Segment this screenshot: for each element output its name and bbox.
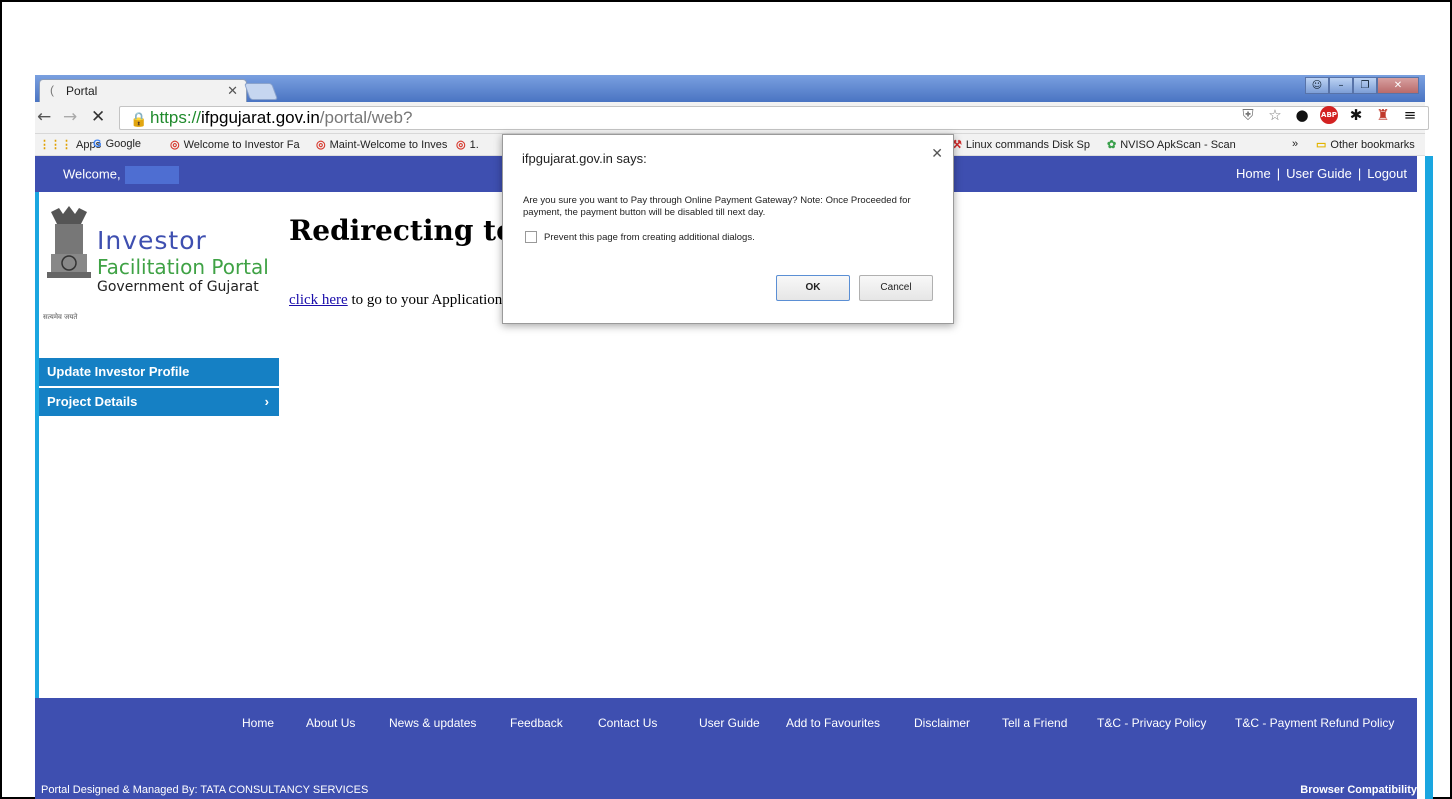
chevron-right-icon: ›	[264, 394, 269, 409]
page-title: Redirecting to P	[289, 214, 504, 247]
bookmark-google[interactable]: G Google	[93, 138, 141, 150]
dialog-title: ifpgujarat.gov.in says:	[522, 151, 647, 166]
top-link-home[interactable]: Home	[1236, 166, 1271, 181]
android-icon: ✿	[1107, 139, 1117, 151]
ghostery-icon[interactable]: ♜	[1374, 106, 1392, 124]
more-bookmarks-chevron-icon[interactable]: »	[1292, 138, 1298, 150]
prevent-dialogs-label[interactable]: Prevent this page from creating addition…	[544, 232, 755, 243]
footer-link-news[interactable]: News & updates	[389, 716, 476, 730]
footer-link-contact[interactable]: Contact Us	[598, 716, 657, 730]
toolbar-extensions: ⛨ ☆ ● ABP ✱ ♜ ≡	[1239, 106, 1419, 124]
username-redacted	[124, 166, 179, 184]
minimize-icon[interactable]: –	[1329, 77, 1353, 94]
footer-links: Home About Us News & updates Feedback Co…	[35, 698, 1417, 748]
bookmark-nviso[interactable]: ✿ NVISO ApkScan - Scan	[1107, 138, 1236, 151]
footer-link-user-guide[interactable]: User Guide	[699, 716, 760, 730]
footer-link-feedback[interactable]: Feedback	[510, 716, 563, 730]
loading-spinner-icon: (	[50, 83, 54, 97]
top-link-user-guide[interactable]: User Guide	[1286, 166, 1352, 181]
bookmark-linux-commands[interactable]: ⚒ Linux commands Disk Sp	[952, 138, 1090, 151]
google-icon: G	[93, 138, 102, 150]
forward-arrow-icon[interactable]: →	[63, 107, 77, 127]
color-picker-icon[interactable]: ●	[1293, 106, 1311, 124]
confirm-dialog: ifpgujarat.gov.in says: ✕ Are you sure y…	[502, 134, 954, 324]
top-links: Home | User Guide | Logout	[1236, 166, 1407, 181]
window-close-icon[interactable]: ✕	[1377, 77, 1419, 94]
logo-line-government: Government of Gujarat	[97, 279, 259, 295]
dialog-close-icon[interactable]: ✕	[931, 145, 943, 162]
bookmark-maint-welcome[interactable]: ◎ Maint-Welcome to Inves	[316, 138, 447, 151]
shield-icon[interactable]: ⛨	[1239, 106, 1257, 124]
tab-close-icon[interactable]: ✕	[227, 83, 238, 99]
bookmark-welcome-investor[interactable]: ◎ Welcome to Investor Fa	[170, 138, 300, 151]
side-navigation: Update Investor Profile Project Details ›	[39, 358, 279, 418]
browser-compatibility-link[interactable]: Browser Compatibility	[1300, 784, 1417, 796]
logo-motto: सत्यमेव जयते	[43, 313, 78, 321]
top-link-logout[interactable]: Logout	[1367, 166, 1407, 181]
opera-icon: ◎	[316, 139, 326, 151]
tab-portal[interactable]: ( Portal ✕	[39, 79, 247, 103]
address-bar[interactable]: 🔒 https://ifpgujarat.gov.in/portal/web?	[119, 106, 1429, 130]
dialog-message: Are you sure you want to Pay through Onl…	[523, 195, 911, 218]
footer-link-home[interactable]: Home	[242, 716, 274, 730]
right-accent-bar	[1425, 156, 1433, 799]
menu-icon[interactable]: ≡	[1401, 106, 1419, 124]
browser-toolbar: ← → ✕ 🔒 https://ifpgujarat.gov.in/portal…	[35, 102, 1429, 134]
nav-update-investor-profile[interactable]: Update Investor Profile	[39, 358, 279, 386]
footer-link-favourites[interactable]: Add to Favourites	[786, 716, 880, 730]
opera-icon: ◎	[456, 139, 466, 151]
cancel-button[interactable]: Cancel	[859, 275, 933, 301]
adblock-plus-icon[interactable]: ABP	[1320, 106, 1338, 124]
star-bookmark-icon[interactable]: ☆	[1266, 106, 1284, 124]
lock-icon: 🔒	[130, 111, 148, 127]
separator: |	[1276, 166, 1281, 181]
opera-icon: ◎	[170, 139, 180, 151]
bookmark-1[interactable]: ◎ 1.	[456, 138, 479, 151]
stop-loading-icon[interactable]: ✕	[91, 107, 105, 127]
url-path: /portal/web?	[319, 108, 413, 127]
prevent-dialogs-checkbox[interactable]	[525, 231, 537, 243]
footer-link-disclaimer[interactable]: Disclaimer	[914, 716, 970, 730]
nav-project-details[interactable]: Project Details ›	[39, 388, 279, 416]
welcome-text: Welcome,	[63, 166, 179, 184]
redirect-message: click here to go to your Application	[289, 292, 503, 308]
bookmark-apps[interactable]: ⋮⋮⋮ Apps	[39, 138, 101, 151]
footer-band	[35, 748, 1417, 779]
separator: |	[1357, 166, 1362, 181]
logo-line-facilitation: Facilitation Portal	[97, 255, 269, 279]
new-tab-button[interactable]	[243, 83, 279, 100]
screenshot-frame: ( Portal ✕ ☺ – ❐ ✕ ← → ✕ 🔒 https://ifpgu…	[0, 0, 1452, 799]
ashoka-emblem-icon	[47, 206, 91, 278]
tab-title: Portal	[66, 84, 98, 98]
back-arrow-icon[interactable]: ←	[37, 107, 51, 127]
click-here-link[interactable]: click here	[289, 292, 348, 308]
url-host: ifpgujarat.gov.in	[201, 108, 320, 127]
footer-bottom: Portal Designed & Managed By: TATA CONSU…	[35, 779, 1417, 799]
footer-link-about[interactable]: About Us	[306, 716, 355, 730]
user-icon[interactable]: ☺	[1305, 77, 1329, 94]
footer-link-tell-friend[interactable]: Tell a Friend	[1002, 716, 1067, 730]
site-logo[interactable]: Investor Facilitation Portal Government …	[39, 200, 279, 325]
logo-line-investor: Investor	[97, 226, 207, 255]
maximize-icon[interactable]: ❐	[1353, 77, 1377, 94]
ok-button[interactable]: OK	[776, 275, 850, 301]
window-controls: ☺ – ❐ ✕	[1305, 77, 1419, 95]
url-scheme: https://	[150, 108, 202, 127]
apps-grid-icon: ⋮⋮⋮	[39, 139, 72, 151]
footer-link-privacy-policy[interactable]: T&C - Privacy Policy	[1097, 716, 1206, 730]
puzzle-extension-icon[interactable]: ✱	[1347, 106, 1365, 124]
bookmark-other[interactable]: ▭ Other bookmarks	[1316, 138, 1415, 151]
designed-by-text: Portal Designed & Managed By: TATA CONSU…	[41, 784, 369, 796]
footer-link-refund-policy[interactable]: T&C - Payment Refund Policy	[1235, 716, 1394, 730]
tab-bar: ( Portal ✕ ☺ – ❐ ✕	[35, 75, 1425, 103]
folder-icon: ▭	[1316, 139, 1327, 151]
